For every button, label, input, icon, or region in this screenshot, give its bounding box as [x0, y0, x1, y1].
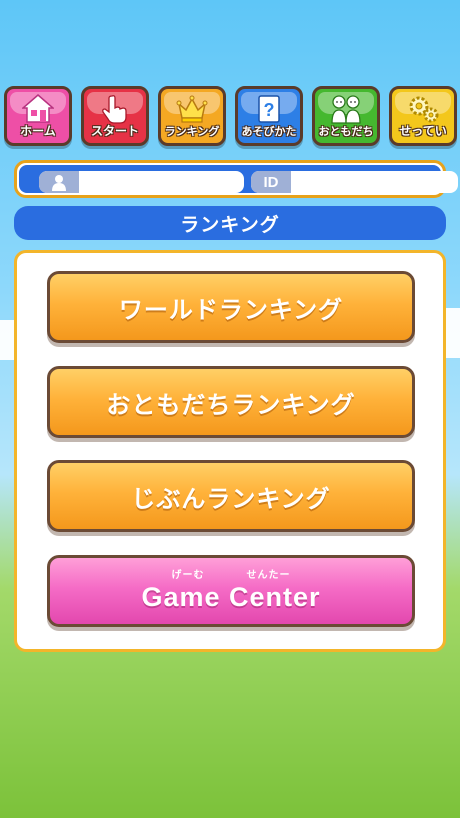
nav-start-button[interactable]: スタート	[81, 86, 149, 146]
profile-bar: ID	[14, 160, 458, 198]
section-title: ランキング	[14, 206, 446, 240]
id-label-box: ID	[251, 171, 291, 193]
nav-start-label: スタート	[90, 124, 139, 138]
home-icon	[22, 94, 54, 123]
my-ranking-button[interactable]: じぶんランキング	[47, 460, 415, 532]
user-avatar	[39, 171, 79, 193]
nav-ranking-button[interactable]: ランキング	[158, 86, 226, 146]
friends-icon	[331, 95, 361, 124]
user-id-field: ID	[251, 171, 458, 193]
game-center-ruby: げーむ せんたー	[171, 571, 290, 581]
world-ranking-label: ワールドランキング	[118, 295, 344, 324]
nav-howtoplay-button[interactable]: ? あそびかた	[235, 86, 303, 146]
top-nav: ホーム スタート ランキング ? あそびかた おともだち せってい	[4, 86, 457, 148]
friends-ranking-label: おともだちランキング	[106, 390, 356, 419]
nav-ranking-label: ランキング	[164, 125, 220, 138]
id-label: ID	[263, 173, 279, 191]
user-icon	[52, 175, 66, 191]
ranking-menu-panel: ワールドランキング おともだちランキング じぶんランキング げーむ せんたー Ga…	[14, 250, 446, 652]
svg-text:?: ?	[264, 100, 275, 120]
user-name-field	[39, 171, 244, 193]
gears-icon	[409, 96, 439, 123]
crown-icon	[176, 95, 208, 123]
hand-pointer-icon	[102, 95, 127, 124]
nav-home-label: ホーム	[20, 124, 56, 138]
my-ranking-label: じぶんランキング	[131, 484, 331, 513]
nav-home-button[interactable]: ホーム	[4, 86, 72, 146]
friends-ranking-button[interactable]: おともだちランキング	[47, 366, 415, 438]
nav-friends-label: おともだち	[318, 125, 374, 138]
world-ranking-button[interactable]: ワールドランキング	[47, 271, 415, 343]
nav-friends-button[interactable]: おともだち	[312, 86, 380, 146]
ruby-center: せんたー	[246, 570, 291, 581]
nav-howtoplay-label: あそびかた	[241, 125, 297, 138]
game-center-button[interactable]: げーむ せんたー Game Center	[47, 555, 415, 627]
game-center-label: Game Center	[141, 582, 321, 612]
question-icon: ?	[258, 95, 280, 123]
nav-settings-button[interactable]: せってい	[389, 86, 457, 146]
ruby-game: げーむ	[171, 570, 205, 581]
nav-settings-label: せってい	[399, 124, 447, 138]
